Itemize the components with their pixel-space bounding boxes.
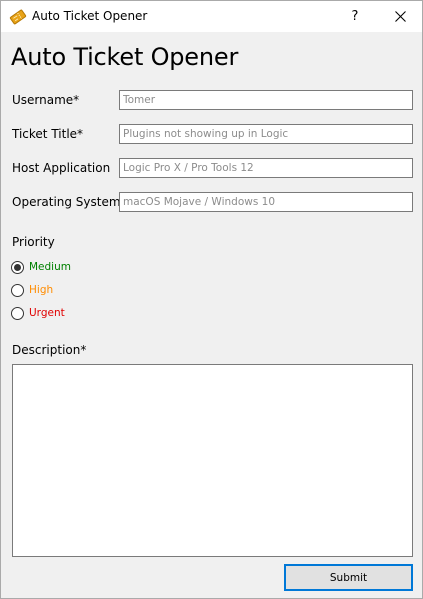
page-title: Auto Ticket Opener — [11, 43, 239, 71]
submit-button[interactable]: Submit — [284, 564, 413, 591]
close-button[interactable] — [377, 1, 423, 32]
priority-option-high[interactable]: High — [11, 282, 53, 298]
close-icon — [394, 11, 406, 22]
priority-option-label: Urgent — [29, 307, 65, 319]
priority-option-label: High — [29, 284, 54, 296]
description-input[interactable] — [12, 364, 413, 557]
ticket-title-label: Ticket Title* — [12, 127, 84, 141]
radio-button[interactable] — [11, 260, 24, 274]
title-bar[interactable]: Auto Ticket Opener ? — [1, 1, 422, 32]
radio-button[interactable] — [11, 306, 24, 320]
priority-label: Priority — [12, 235, 55, 249]
priority-option-label: Medium — [29, 261, 71, 273]
host-application-input[interactable] — [119, 158, 413, 178]
username-label: Username* — [12, 93, 80, 107]
operating-system-label: Operating System — [12, 195, 121, 209]
priority-option-urgent[interactable]: Urgent — [11, 305, 65, 321]
app-window: Auto Ticket Opener ? Auto Ticket Opener … — [0, 0, 423, 599]
description-label: Description* — [12, 343, 87, 357]
ticket-icon — [9, 9, 27, 25]
help-button[interactable]: ? — [339, 1, 371, 32]
username-input[interactable] — [119, 90, 413, 110]
priority-option-medium[interactable]: Medium — [11, 259, 71, 275]
ticket-title-input[interactable] — [119, 124, 413, 144]
operating-system-input[interactable] — [119, 192, 413, 212]
radio-button[interactable] — [11, 283, 24, 297]
host-application-label: Host Application — [12, 161, 111, 175]
window-title: Auto Ticket Opener — [32, 9, 148, 23]
